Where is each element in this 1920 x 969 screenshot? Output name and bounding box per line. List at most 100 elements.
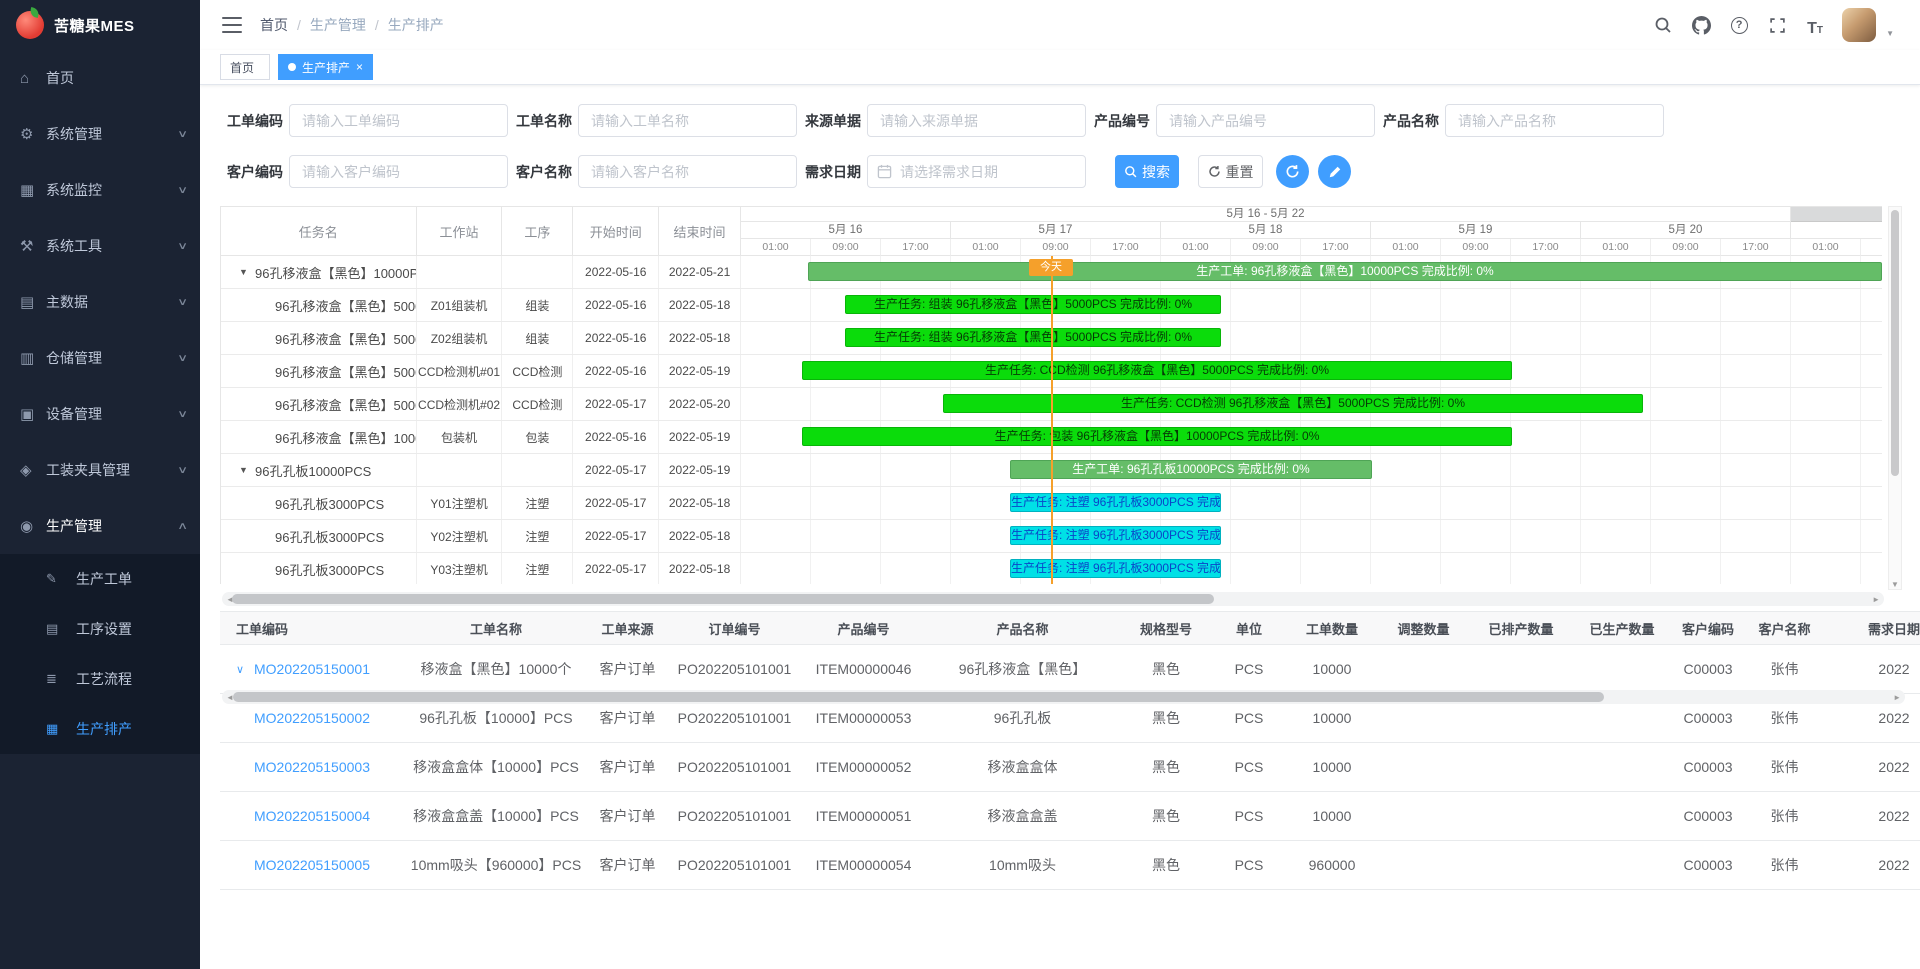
work-order-link[interactable]: MO202205150004 bbox=[254, 808, 370, 824]
scroll-right-icon[interactable]: ► bbox=[1872, 595, 1880, 604]
work-order-link[interactable]: MO202205150003 bbox=[254, 759, 370, 775]
sidebar-item-system-management[interactable]: ⚙ 系统管理 ∨ bbox=[0, 106, 200, 162]
order-qty: 10000 bbox=[1286, 661, 1378, 677]
gantt-bar[interactable]: 生产任务: 注塑 96孔孔板3000PCS 完成比例: 0% bbox=[1010, 493, 1221, 512]
gantt-grid-row[interactable]: 96孔移液盒【黑色】5000PCS CCD检测机#01 CCD检测 2022-0… bbox=[221, 355, 741, 388]
table-header-row: 工单编码 工单名称 工单来源 订单编号 产品编号 产品名称 规格型号 单位 工单… bbox=[220, 611, 1920, 645]
table-horizontal-scrollbar[interactable]: ◄ ► bbox=[222, 690, 1905, 704]
scroll-down-icon[interactable]: ▼ bbox=[1889, 580, 1901, 589]
breadcrumb-item-home[interactable]: 首页 bbox=[260, 15, 288, 35]
work-order-name: 移液盒【黑色】10000个 bbox=[404, 659, 588, 679]
sidebar-item-production[interactable]: ◉ 生产管理 ∧ bbox=[0, 498, 200, 554]
gantt-bar[interactable]: 生产任务: 包装 96孔移液盒【黑色】10000PCS 完成比例: 0% bbox=[802, 427, 1512, 446]
task-name: 96孔移液盒【黑色】5000PCS bbox=[275, 296, 417, 315]
avatar[interactable] bbox=[1842, 8, 1876, 42]
gantt-bar[interactable]: 生产任务: 组装 96孔移液盒【黑色】5000PCS 完成比例: 0% bbox=[845, 295, 1221, 314]
end-time: 2022-05-18 bbox=[659, 553, 741, 584]
sidebar-item-system-monitor[interactable]: ▦ 系统监控 ∨ bbox=[0, 162, 200, 218]
demand-date-input[interactable] bbox=[867, 155, 1086, 188]
work-order-link[interactable]: MO202205150002 bbox=[254, 710, 370, 726]
column-header: 规格型号 bbox=[1120, 619, 1212, 638]
scrollbar-thumb[interactable] bbox=[232, 594, 1214, 604]
filter-label: 产品名称 bbox=[1383, 111, 1445, 131]
filter-label: 产品编号 bbox=[1094, 111, 1156, 131]
sidebar-subitem-scheduling[interactable]: ▦ 生产排产 bbox=[0, 704, 200, 754]
fullscreen-icon[interactable] bbox=[1766, 14, 1788, 36]
gantt-grid-row[interactable]: 96孔移液盒【黑色】5000PCS Z02组装机 组装 2022-05-16 2… bbox=[221, 322, 741, 355]
sidebar-subitem-process-flow[interactable]: ≣ 工艺流程 bbox=[0, 654, 200, 704]
sidebar-item-home[interactable]: ⌂ 首页 bbox=[0, 50, 200, 106]
tab[interactable]: 首页 bbox=[220, 54, 270, 80]
expand-toggle-icon[interactable]: ▼ bbox=[239, 267, 255, 277]
gantt-grid-row[interactable]: ▼96孔孔板10000PCS 2022-05-17 2022-05-19 bbox=[221, 454, 741, 487]
filter-input[interactable] bbox=[578, 155, 797, 188]
gantt-bar[interactable]: 生产任务: CCD检测 96孔移液盒【黑色】5000PCS 完成比例: 0% bbox=[943, 394, 1643, 413]
sidebar-item-equipment[interactable]: ▣ 设备管理 ∨ bbox=[0, 386, 200, 442]
edit-icon: ✎ bbox=[46, 571, 66, 587]
table-body: ∨MO202205150001 移液盒【黑色】10000个 客户订单 PO202… bbox=[220, 645, 1920, 890]
filter-input[interactable] bbox=[578, 104, 797, 137]
edit-schedule-button[interactable] bbox=[1318, 155, 1351, 188]
gantt-bar-row: 生产任务: 组装 96孔移液盒【黑色】5000PCS 完成比例: 0% bbox=[741, 322, 1882, 355]
filter-input[interactable] bbox=[1156, 104, 1375, 137]
help-icon[interactable]: ? bbox=[1728, 14, 1750, 36]
table-row[interactable]: ∨MO202205150001 移液盒【黑色】10000个 客户订单 PO202… bbox=[220, 645, 1920, 694]
font-size-icon[interactable]: TT bbox=[1804, 14, 1826, 36]
sidebar-item-master-data[interactable]: ▤ 主数据 ∨ bbox=[0, 274, 200, 330]
github-icon[interactable] bbox=[1690, 14, 1712, 36]
filter-input[interactable] bbox=[867, 104, 1086, 137]
product-name: 移液盒盒体 bbox=[925, 757, 1120, 777]
expand-toggle-icon[interactable]: ▼ bbox=[239, 465, 255, 475]
refresh-schedule-button[interactable] bbox=[1276, 155, 1309, 188]
gantt-grid-row[interactable]: ▼96孔移液盒【黑色】10000PCS 2022-05-16 2022-05-2… bbox=[221, 256, 741, 289]
filter-input[interactable] bbox=[1445, 104, 1664, 137]
close-icon[interactable]: × bbox=[356, 61, 363, 73]
sidebar-subitem-work-order[interactable]: ✎ 生产工单 bbox=[0, 554, 200, 604]
search-button[interactable]: 搜索 bbox=[1115, 155, 1179, 188]
gantt-bar[interactable]: 生产任务: CCD检测 96孔移液盒【黑色】5000PCS 完成比例: 0% bbox=[802, 361, 1512, 380]
gantt-bar[interactable]: 生产任务: 注塑 96孔孔板3000PCS 完成比例: 0% bbox=[1010, 559, 1221, 578]
column-header: 客户名称 bbox=[1745, 619, 1824, 638]
sidebar-subitem-process-setting[interactable]: ▤ 工序设置 bbox=[0, 604, 200, 654]
expand-chevron-icon[interactable]: ∨ bbox=[236, 663, 254, 676]
gantt-grid-row[interactable]: 96孔移液盒【黑色】5000PCS CCD检测机#02 CCD检测 2022-0… bbox=[221, 388, 741, 421]
gantt-bar[interactable]: 生产工单: 96孔移液盒【黑色】10000PCS 完成比例: 0% bbox=[808, 262, 1882, 281]
table-row[interactable]: MO202205150003 移液盒盒体【10000】PCS 客户订单 PO20… bbox=[220, 743, 1920, 792]
breadcrumb-item-production[interactable]: 生产管理 bbox=[310, 15, 366, 35]
chevron-down-icon[interactable]: ▼ bbox=[1886, 29, 1894, 38]
app-logo[interactable]: 苦糖果MES bbox=[0, 0, 200, 50]
gantt-horizontal-scrollbar[interactable]: ◄ ► bbox=[222, 592, 1884, 606]
workstation: Y03注塑机 bbox=[417, 553, 503, 584]
filter-input[interactable] bbox=[289, 155, 508, 188]
filter-panel: 工单编码 工单名称 来源单据 产品编号 bbox=[200, 85, 1920, 188]
scroll-right-icon[interactable]: ► bbox=[1893, 693, 1901, 702]
gantt-grid-row[interactable]: 96孔移液盒【黑色】10000PCS 包装机 包装 2022-05-16 202… bbox=[221, 421, 741, 454]
gantt-grid-row[interactable]: 96孔移液盒【黑色】5000PCS Z01组装机 组装 2022-05-16 2… bbox=[221, 289, 741, 322]
work-order-link[interactable]: MO202205150005 bbox=[254, 857, 370, 873]
gantt-bar[interactable]: 生产任务: 组装 96孔移液盒【黑色】5000PCS 完成比例: 0% bbox=[845, 328, 1221, 347]
table-row[interactable]: MO202205150005 10mm吸头【960000】PCS 客户订单 PO… bbox=[220, 841, 1920, 890]
sidebar-item-fixture[interactable]: ◈ 工装夹具管理 ∨ bbox=[0, 442, 200, 498]
gantt-grid-row[interactable]: 96孔孔板3000PCS Y01注塑机 注塑 2022-05-17 2022-0… bbox=[221, 487, 741, 520]
work-order-name: 移液盒盒盖【10000】PCS bbox=[404, 806, 588, 826]
tab[interactable]: 生产排产 × bbox=[278, 54, 373, 80]
gantt-timeline: 5月 16 - 5月 22 5月 165月 175月 185月 195月 20 … bbox=[741, 206, 1882, 584]
work-order-link[interactable]: MO202205150001 bbox=[254, 661, 370, 677]
menu-item-label: 设备管理 bbox=[46, 404, 179, 424]
filter-input[interactable] bbox=[289, 104, 508, 137]
sidebar-item-system-tools[interactable]: ⚒ 系统工具 ∨ bbox=[0, 218, 200, 274]
demand-date: 2022 bbox=[1824, 759, 1920, 775]
gantt-grid-row[interactable]: 96孔孔板3000PCS Y03注塑机 注塑 2022-05-17 2022-0… bbox=[221, 553, 741, 584]
hour-label: 01:00 bbox=[1161, 239, 1231, 256]
gantt-bar[interactable]: 生产工单: 96孔孔板10000PCS 完成比例: 0% bbox=[1010, 460, 1372, 479]
scrollbar-thumb[interactable] bbox=[1891, 210, 1899, 476]
sidebar-toggle-icon[interactable] bbox=[222, 17, 242, 33]
search-icon[interactable] bbox=[1652, 14, 1674, 36]
scrollbar-thumb[interactable] bbox=[233, 692, 1604, 702]
gantt-bar[interactable]: 生产任务: 注塑 96孔孔板3000PCS 完成比例: 0% bbox=[1010, 526, 1221, 545]
sidebar-item-warehouse[interactable]: ▥ 仓储管理 ∨ bbox=[0, 330, 200, 386]
reset-button[interactable]: 重置 bbox=[1198, 155, 1263, 188]
gantt-vertical-scrollbar[interactable]: ▼ bbox=[1888, 206, 1902, 590]
table-row[interactable]: MO202205150004 移液盒盒盖【10000】PCS 客户订单 PO20… bbox=[220, 792, 1920, 841]
gantt-grid-row[interactable]: 96孔孔板3000PCS Y02注塑机 注塑 2022-05-17 2022-0… bbox=[221, 520, 741, 553]
